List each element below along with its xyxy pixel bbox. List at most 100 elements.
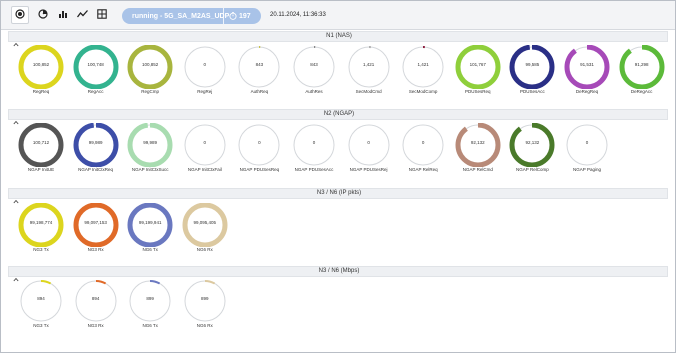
gauge-value: 0: [203, 62, 207, 67]
gauge-ngap-pdusesreq[interactable]: 0 NGAP PDUSesReq: [230, 123, 280, 175]
gauge-value: 0: [258, 140, 261, 145]
gauge-pdusesacc[interactable]: 99,585 PDUSesAcc: [503, 45, 555, 97]
gauge-ring: [73, 123, 119, 167]
gauge-label: NG6 Rx: [196, 247, 213, 252]
gauge-value: 91,531: [580, 62, 594, 67]
section-header-n2-ngap[interactable]: N2 (NGAP): [8, 109, 668, 125]
elapsed-counter: 197: [239, 12, 251, 20]
gauge-ring: [564, 45, 610, 89]
gauge-ring: [348, 124, 390, 166]
gauge-track: [20, 280, 62, 322]
gauge-secmodcmd[interactable]: 1,421 SecModCmd: [340, 45, 390, 97]
gauge-track: [238, 124, 280, 166]
gauge-ring: [509, 123, 555, 167]
gauge-track: [184, 124, 226, 166]
gauge-value: 100,852: [142, 62, 159, 67]
gauge-value: 100,712: [32, 140, 50, 145]
gauge-value: 1,421: [362, 62, 375, 67]
gauge-regreq[interactable]: 100,852 RegReq: [12, 45, 64, 97]
status-badge: running - 5G_SA_M2AS_UDP 197: [122, 8, 261, 24]
gauge-value: 894: [91, 296, 100, 301]
gauge-ng3-rx[interactable]: 894 NG3 Rx: [67, 279, 117, 331]
gauge-ng3-tx[interactable]: 99,198,774 NG3 Tx: [12, 203, 64, 255]
gauge-ring: [402, 124, 444, 166]
gauge-pdusesreq[interactable]: 101,767 PDUSesReq: [449, 45, 501, 97]
gauge-ngap-pdusesacc[interactable]: 0 NGAP PDUSesAcc: [285, 123, 335, 175]
gauge-track: [75, 280, 117, 322]
gauge-value: 99,097,153: [84, 220, 107, 225]
gauge-ngap-initctxsucc[interactable]: 99,989 NGAP InitCtxSucc: [121, 123, 173, 175]
section-header-n3-n6-ip-pkts[interactable]: N3 / N6 (IP pkts): [8, 188, 668, 204]
gauge-regrej[interactable]: 0 RegRej: [176, 45, 226, 97]
gauge-regcmp[interactable]: 100,852 RegCmp: [121, 45, 173, 97]
gauge-view-button[interactable]: [35, 7, 51, 23]
section-header-n3-n6-mbps[interactable]: N3 / N6 (Mbps): [8, 266, 668, 282]
gauge-ring: [18, 203, 64, 247]
gauge-ring: [184, 46, 226, 88]
gauge-ring: [127, 45, 173, 89]
gauge-ring: [455, 45, 501, 89]
radio-button[interactable]: [11, 6, 29, 24]
gauge-ring: [293, 124, 335, 166]
status-divider: [223, 8, 224, 24]
gauge-ring: [184, 124, 226, 166]
bar-chart-button[interactable]: [55, 7, 71, 23]
section-title: N3 / N6 (Mbps): [318, 268, 360, 274]
gauge-ngap-relreq[interactable]: 0 NGAP RelReq: [394, 123, 444, 175]
gauge-ngap-paging[interactable]: 0 NGAP Paging: [558, 123, 608, 175]
gauge-value: 0: [312, 140, 316, 145]
gauge-ngap-relcomp[interactable]: 92,132 NGAP RelComp: [503, 123, 555, 175]
gauge-label: NGAP Paging: [573, 167, 601, 172]
line-chart-icon: [76, 6, 88, 24]
grid-icon: [97, 6, 107, 24]
gauge-value: 99,095,405: [193, 220, 217, 225]
gauge-ring: [127, 123, 173, 167]
gauge-ngap-pdusesrej[interactable]: 0 NGAP PDUSesRej: [340, 123, 390, 175]
gauge-ring: [566, 124, 608, 166]
line-chart-button[interactable]: [74, 7, 90, 23]
gauge-value: 99,585: [525, 62, 540, 67]
gauge-ring: [127, 203, 173, 247]
bar-chart-icon: [58, 6, 68, 24]
section-title: N2 (NGAP): [323, 111, 355, 117]
gauge-ng6-tx[interactable]: 899 NG6 Tx: [121, 279, 172, 331]
gauge-ring: [20, 280, 62, 322]
gauge-ng3-tx[interactable]: 894 NG3 Tx: [12, 279, 62, 331]
gauge-value: 899: [146, 296, 154, 301]
gauge-ng6-tx[interactable]: 99,199,941 NG6 Tx: [121, 203, 173, 255]
gauge-ngap-initue[interactable]: 100,712 NGAP InitUE: [12, 123, 64, 175]
gauge-label: NG6 Rx: [196, 323, 213, 328]
gauge-ring: [347, 46, 390, 88]
gauge-deregacc[interactable]: 91,298 DeRegAcc: [613, 45, 665, 97]
gauge-regacc[interactable]: 100,748 RegAcc: [67, 45, 119, 97]
gauge-authres[interactable]: 843 AuthRes: [285, 45, 335, 97]
gauge-ng6-rx[interactable]: 99,095,405 NG6 Rx: [176, 203, 228, 255]
gauge-value: 91,298: [634, 62, 649, 67]
gauge-ring: [73, 203, 119, 247]
gauge-value: 0: [367, 140, 370, 145]
gauge-ring: [238, 124, 280, 166]
gauge-deregreq[interactable]: 91,531 DeRegReq: [558, 45, 610, 97]
gauge-value: 1,421: [417, 62, 429, 67]
gauge-ring: [73, 45, 119, 89]
gauge-authreq[interactable]: 843 AuthReq: [230, 45, 281, 97]
gauge-ring: [18, 45, 64, 89]
gauge-value: 99,989: [88, 140, 103, 145]
gauge-track: [348, 124, 390, 166]
gauge-value: 101,767: [469, 62, 486, 67]
status-text: running - 5G_SA_M2AS_UDP: [132, 12, 230, 20]
gauge-track: [238, 46, 280, 88]
gauge-ngap-relcmd[interactable]: 92,132 NGAP RelCmd: [449, 123, 501, 175]
gauge-secmodcomp[interactable]: 1,421 SecModComp: [394, 45, 445, 97]
grid-view-button[interactable]: [94, 7, 110, 23]
gauge-track: [184, 280, 226, 322]
gauge-value: 0: [421, 140, 425, 145]
gauge-ngap-initctxreq[interactable]: 99,989 NGAP InitCtxReq: [67, 123, 119, 175]
gauge-value: 99,989: [143, 140, 158, 145]
gauge-ng3-rx[interactable]: 99,097,153 NG3 Rx: [67, 203, 119, 255]
gauge-ngap-initctxfail[interactable]: 0 NGAP InitCtxFail: [176, 123, 226, 175]
gauge-track: [129, 280, 171, 322]
section-header-n1-nas[interactable]: N1 (NAS): [8, 31, 668, 47]
gauge-ring: [455, 123, 501, 167]
gauge-ng6-rx[interactable]: 899 NG6 Rx: [176, 279, 226, 331]
